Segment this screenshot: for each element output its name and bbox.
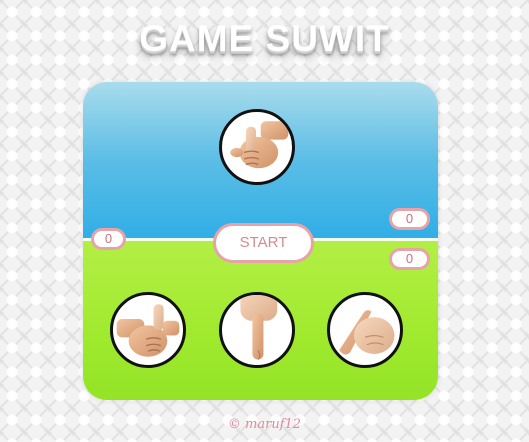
draw-score: 0	[389, 248, 430, 270]
player-score: 0	[91, 228, 126, 250]
computer-choice-thumb-hand-icon	[219, 109, 295, 185]
choice-thumb-button[interactable]	[110, 292, 186, 368]
choice-pinky-button[interactable]	[327, 292, 403, 368]
game-title: GAME SUWIT	[139, 18, 390, 59]
start-button[interactable]: START	[213, 223, 314, 263]
choice-index-finger-button[interactable]	[219, 292, 295, 368]
copyright-footer: © maruf12	[227, 417, 302, 432]
thumb-hand-icon	[116, 304, 180, 357]
thumb-hand-icon	[230, 121, 289, 169]
index-finger-hand-icon	[240, 295, 278, 360]
pinky-hand-icon	[339, 310, 395, 355]
computer-score: 0	[389, 208, 430, 230]
